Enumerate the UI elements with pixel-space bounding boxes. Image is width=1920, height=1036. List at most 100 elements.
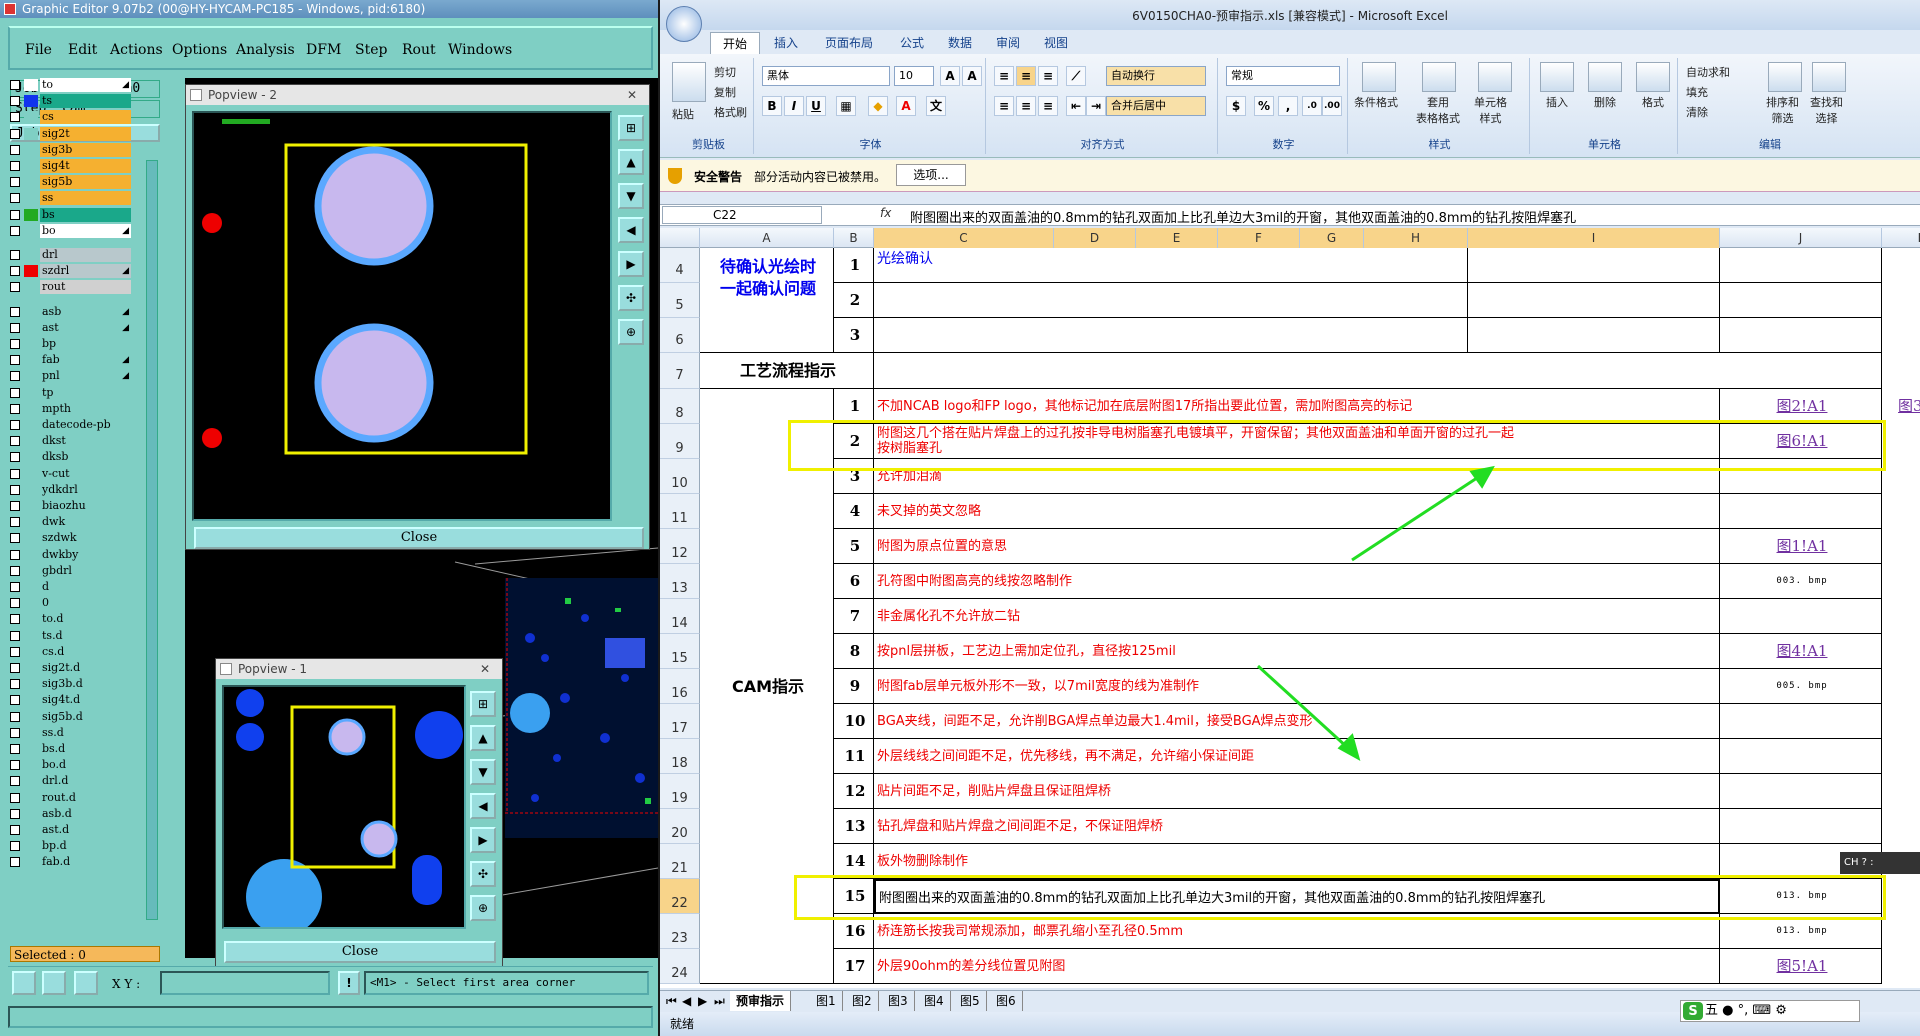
layer-checkbox[interactable]: [10, 193, 20, 204]
tab-insert[interactable]: 插入: [764, 32, 808, 54]
hyperlink[interactable]: 图2!A1: [1720, 389, 1882, 424]
find-select-icon[interactable]: [1812, 62, 1846, 92]
layer-name[interactable]: drl: [40, 248, 131, 262]
cell[interactable]: [874, 353, 1882, 389]
align-right-icon[interactable]: ≡: [1038, 96, 1058, 116]
zoom-in-icon[interactable]: ✣: [470, 861, 496, 887]
layer-name[interactable]: ast.d: [40, 823, 131, 837]
layer-name[interactable]: pnl: [40, 369, 131, 384]
merge-center-button[interactable]: 合并后居中: [1106, 96, 1206, 116]
name-box[interactable]: C22: [662, 206, 822, 224]
row-header[interactable]: 20: [660, 809, 700, 844]
layer-checkbox[interactable]: [10, 533, 20, 544]
layer-row[interactable]: asb ◢: [8, 304, 133, 319]
layer-name[interactable]: ss.d: [40, 725, 131, 740]
item-number[interactable]: 5: [834, 529, 874, 564]
layer-checkbox[interactable]: [10, 744, 20, 754]
security-options-button[interactable]: 选项...: [896, 164, 966, 186]
item-number[interactable]: 7: [834, 599, 874, 634]
cell-style-icon[interactable]: [1478, 62, 1512, 92]
format-cells-button[interactable]: 格式: [1642, 94, 1664, 110]
fill-color-icon[interactable]: ◆: [868, 96, 888, 116]
table-format-button[interactable]: 套用 表格格式: [1416, 94, 1460, 126]
item-text[interactable]: 钻孔焊盘和贴片焊盘之间间距不足，不保证阻焊桥: [874, 809, 1720, 844]
fx-icon[interactable]: fx: [880, 206, 891, 220]
align-top-icon[interactable]: ≡: [994, 66, 1014, 86]
worksheet-grid[interactable]: ABCDEFGHIJK 41光绘确认5263待确认光绘时 一起确认问题7工艺流程…: [660, 228, 1920, 988]
cell[interactable]: [1720, 248, 1882, 283]
item-number[interactable]: 2: [834, 283, 874, 318]
column-header[interactable]: G: [1300, 228, 1364, 248]
layer-row[interactable]: bp.d: [8, 839, 133, 854]
layer-row[interactable]: 0: [8, 596, 133, 611]
currency-icon[interactable]: $: [1226, 96, 1246, 116]
row-header[interactable]: 14: [660, 599, 700, 634]
pan-up-icon[interactable]: ▲: [618, 149, 644, 175]
layer-row[interactable]: ts: [8, 94, 133, 109]
column-header[interactable]: H: [1364, 228, 1468, 248]
column-header[interactable]: F: [1218, 228, 1300, 248]
layer-checkbox[interactable]: [10, 484, 20, 495]
layer-checkbox[interactable]: [10, 403, 20, 414]
layer-name[interactable]: ts: [40, 94, 131, 109]
table-format-icon[interactable]: [1422, 62, 1456, 92]
menu-dfm[interactable]: DFM: [306, 42, 341, 58]
row-header[interactable]: 23: [660, 914, 700, 949]
fill-button[interactable]: 填充: [1686, 84, 1708, 100]
copy-button[interactable]: 复制: [714, 84, 736, 100]
number-format-select[interactable]: 常规: [1226, 66, 1340, 86]
row-header[interactable]: 9: [660, 424, 700, 459]
hyperlink[interactable]: 图4!A1: [1720, 634, 1882, 669]
row-header[interactable]: 19: [660, 774, 700, 809]
item-number[interactable]: 10: [834, 704, 874, 739]
layer-checkbox[interactable]: [10, 808, 20, 819]
layer-name[interactable]: dwkby: [40, 547, 131, 562]
layer-name[interactable]: asb: [40, 304, 131, 319]
pan-down-icon[interactable]: ▼: [618, 183, 644, 209]
item-number[interactable]: 13: [834, 809, 874, 844]
layer-name[interactable]: fab: [40, 353, 131, 368]
layer-checkbox[interactable]: [10, 614, 20, 625]
item-number[interactable]: 16: [834, 914, 874, 949]
item-number[interactable]: 3: [834, 459, 874, 494]
menu-step[interactable]: Step: [355, 42, 387, 58]
row-header[interactable]: 16: [660, 669, 700, 704]
row-header[interactable]: 12: [660, 529, 700, 564]
layer-checkbox[interactable]: [10, 282, 20, 293]
tab-page-layout[interactable]: 页面布局: [814, 32, 884, 54]
grow-font-icon[interactable]: A: [940, 66, 960, 86]
paste-icon[interactable]: [672, 62, 706, 102]
item-text[interactable]: 孔符图中附图高亮的线按忽略制作: [874, 564, 1720, 599]
image-ref[interactable]: [1720, 739, 1882, 774]
phonetic-icon[interactable]: 文: [926, 96, 946, 116]
item-text[interactable]: 未叉掉的英文忽略: [874, 494, 1720, 529]
layer-checkbox[interactable]: [10, 760, 20, 771]
row-header[interactable]: 18: [660, 739, 700, 774]
layer-checkbox[interactable]: [10, 322, 20, 333]
layer-name[interactable]: bp.d: [40, 839, 131, 854]
layer-row[interactable]: sig2t.d: [8, 661, 133, 675]
tab-review[interactable]: 审阅: [986, 32, 1030, 54]
bold-icon[interactable]: B: [762, 96, 782, 116]
popview-1-view[interactable]: [222, 685, 466, 929]
select-tool-icon[interactable]: [12, 971, 36, 995]
align-bottom-icon[interactable]: ≡: [1038, 66, 1058, 86]
ime-toolbar[interactable]: S五 ● °, ⌨ ⚙: [1680, 1000, 1860, 1022]
layer-row[interactable]: fab.d: [8, 855, 133, 870]
popview-1-close-button[interactable]: Close: [224, 941, 496, 963]
pan-right-icon[interactable]: ▶: [470, 827, 496, 853]
sort-filter-icon[interactable]: [1768, 62, 1802, 92]
layer-checkbox[interactable]: [10, 266, 20, 277]
layer-row[interactable]: szdrl ◢: [8, 264, 133, 279]
layer-name[interactable]: sig5b: [40, 175, 131, 190]
underline-icon[interactable]: U: [806, 96, 826, 116]
item-text[interactable]: 附图这几个搭在贴片焊盘上的过孔按非导电树脂塞孔电镀填平，开窗保留；其他双面盖油和…: [874, 424, 1720, 459]
cell-style-button[interactable]: 单元格 样式: [1474, 94, 1507, 126]
layer-checkbox[interactable]: [10, 857, 20, 868]
decrease-indent-icon[interactable]: ⇤: [1066, 96, 1086, 116]
format-cells-icon[interactable]: [1636, 62, 1670, 92]
insert-cells-button[interactable]: 插入: [1546, 94, 1568, 110]
sheet-nav-icon[interactable]: ⏭: [712, 991, 727, 1011]
layer-checkbox[interactable]: [10, 711, 20, 722]
layer-row[interactable]: dwkby: [8, 547, 133, 562]
